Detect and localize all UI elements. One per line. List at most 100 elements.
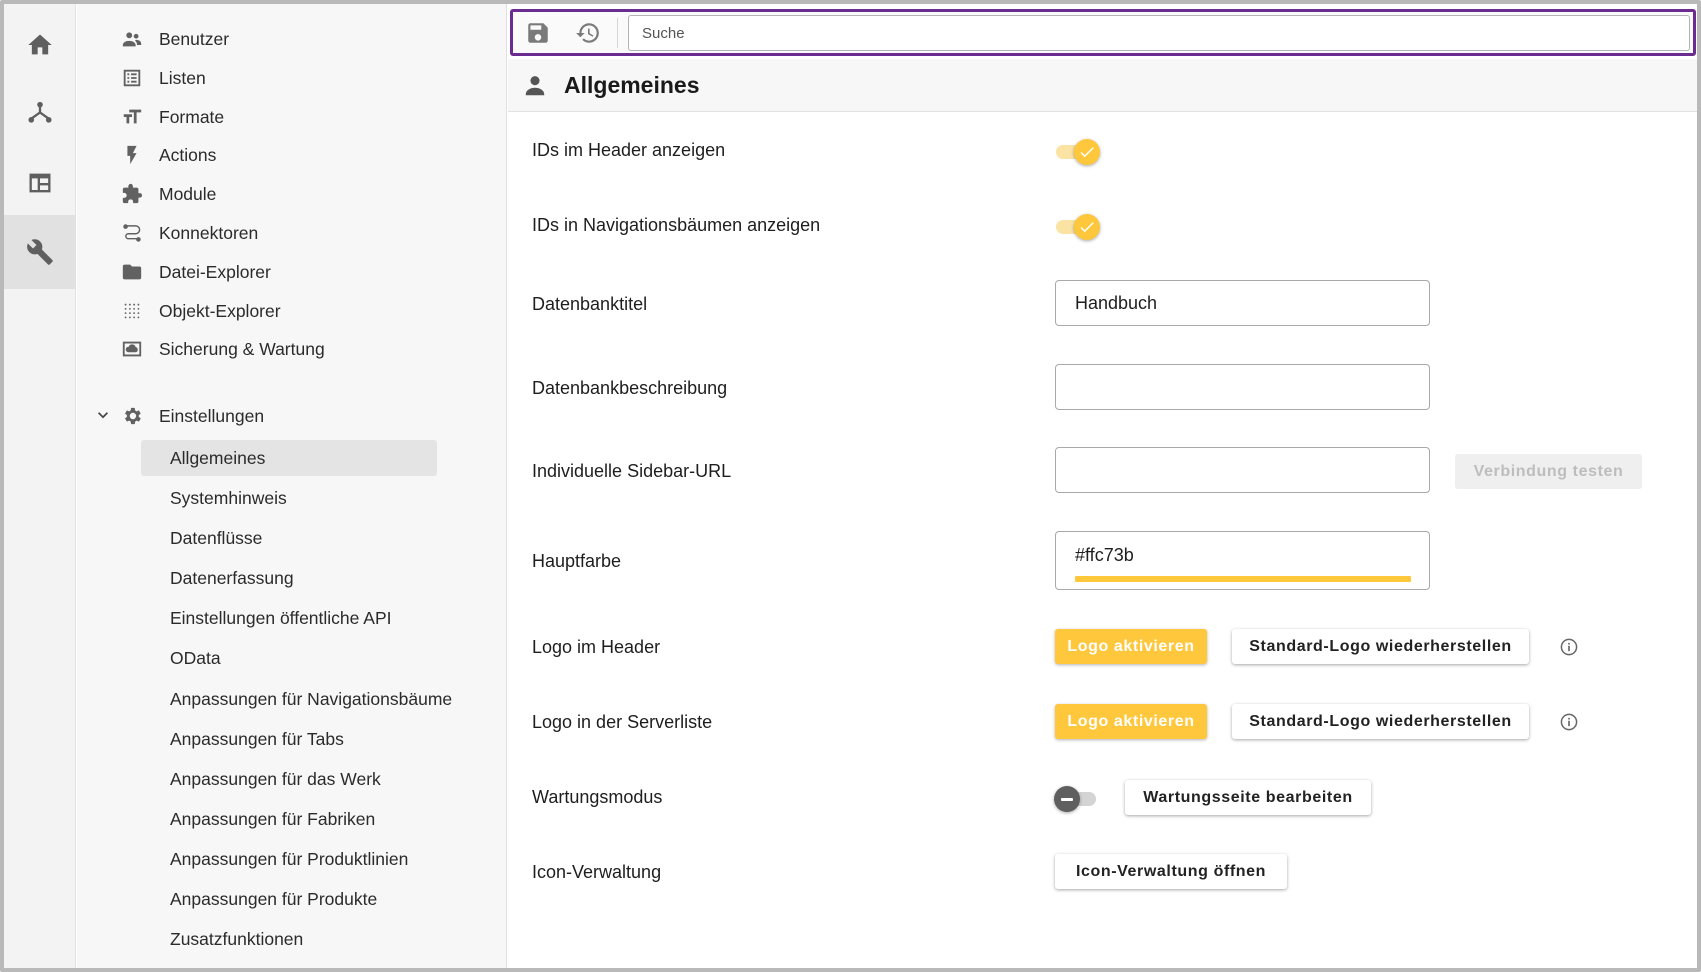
logo-header-restore-button[interactable]: Standard-Logo wiederherstellen [1232,629,1529,664]
open-icon-admin-button[interactable]: Icon-Verwaltung öffnen [1055,854,1287,889]
logo-header-info[interactable] [1558,636,1580,658]
person-icon [525,76,545,96]
nav-subitem-label: Allgemeines [170,447,266,468]
nav-subitem-odata[interactable]: OData [141,640,437,676]
nav-item-einstellungen[interactable]: Einstellungen [119,398,509,434]
nav-item-objekt-explorer[interactable]: Objekt-Explorer [119,293,509,329]
nav-subitem-systemhinweis[interactable]: Systemhinweis [141,480,437,516]
nav-item-actions[interactable]: Actions [119,137,509,173]
puzzle-icon [122,183,143,204]
maintenance-label: Wartungsmodus [532,787,663,807]
nav-item-module[interactable]: Module [119,176,509,212]
nav-item-benutzer[interactable]: Benutzer [119,21,509,57]
maintenance-toggle[interactable] [1054,784,1100,812]
nav-subitem-label: OData [170,647,221,668]
rail-home-button[interactable] [4,8,76,82]
lightning-icon [127,145,137,165]
edit-maintenance-page-button[interactable]: Wartungsseite bearbeiten [1125,780,1371,815]
wrench-icon [27,239,53,265]
toolbar [510,9,1696,56]
nav-item-label: Sicherung & Wartung [159,338,325,359]
nav-subitem-datenerfassung[interactable]: Datenerfassung [141,560,437,596]
nav-item-label: Einstellungen [159,405,265,426]
nav-subitem-fabriken[interactable]: Anpassungen für Fabriken [141,801,541,837]
nav-subitem-label: Anpassungen für Produktlinien [170,848,409,869]
nav-subitem-label: Einstellungen öffentliche API [170,607,392,628]
main-color-field[interactable]: #ffc73b [1055,531,1430,590]
nav-subitem-tabs[interactable]: Anpassungen für Tabs [141,721,541,757]
nav-item-formate[interactable]: Formate [119,99,509,135]
nav-item-label: Konnektoren [159,222,259,243]
section-header: Allgemeines [508,59,1697,112]
db-title-input[interactable] [1055,280,1430,326]
ids-header-label: IDs im Header anzeigen [532,140,726,160]
app-window: Benutzer Listen Formate Actions Module K… [0,0,1701,972]
nav-subitem-label: Anpassungen für Produkte [170,888,378,909]
db-desc-input[interactable] [1055,364,1430,410]
nav-item-datei-explorer[interactable]: Datei-Explorer [119,254,509,290]
rail-admin-button[interactable] [4,215,76,289]
rail-window-button[interactable] [4,146,76,220]
sidebar-url-label: Individuelle Sidebar-URL [532,461,732,481]
nav-item-label: Listen [159,67,206,88]
nav-item-label: Actions [159,144,217,165]
nav-subitem-label: Systemhinweis [170,487,287,508]
text-format-icon [123,109,142,124]
sidebar-url-input[interactable] [1055,447,1430,493]
nav-subitem-allgemeines[interactable]: Allgemeines [141,440,437,476]
logo-server-info[interactable] [1558,711,1580,733]
main-content: Allgemeines IDs im Header anzeigen IDs i… [508,4,1697,968]
nav-subitem-label: Anpassungen für Navigationsbäume [170,688,453,709]
toggle-knob [1074,139,1100,165]
hierarchy-icon [28,101,52,123]
logo-header-activate-button[interactable]: Logo aktivieren [1055,629,1207,664]
window-icon [29,173,51,193]
db-desc-label: Datenbankbeschreibung [532,378,728,398]
icon-rail [4,4,76,968]
restore-button[interactable] [571,17,605,49]
nav-subitem-oeffentliche-api[interactable]: Einstellungen öffentliche API [141,600,541,636]
nav-subitem-label: Anpassungen für Tabs [170,728,344,749]
main-color-label: Hauptfarbe [532,551,622,571]
search-input[interactable] [628,15,1690,51]
nav-subitem-label: Datenerfassung [170,567,294,588]
nav-subitem-werk[interactable]: Anpassungen für das Werk [141,761,541,797]
rail-hierarchy-button[interactable] [4,77,76,151]
icon-admin-label: Icon-Verwaltung [532,862,662,882]
nav-item-label: Formate [159,106,225,127]
logo-server-activate-button[interactable]: Logo aktivieren [1055,704,1207,739]
nav-subitem-navigationsbaeume[interactable]: Anpassungen für Navigationsbäume [141,681,541,717]
logo-server-label: Logo in der Serverliste [532,712,713,732]
nav-subitem-produktlinien[interactable]: Anpassungen für Produktlinien [141,841,541,877]
history-icon [576,23,599,43]
toggle-knob [1074,214,1100,240]
nav-subitem-label: Zusatzfunktionen [170,928,304,949]
ids-nav-label: IDs in Navigationsbäumen anzeigen [532,215,821,235]
folder-icon [122,264,142,280]
backup-icon [122,341,142,357]
ids-nav-toggle[interactable] [1054,212,1100,240]
nav-item-konnektoren[interactable]: Konnektoren [119,215,509,251]
info-icon [1560,638,1578,656]
nav-item-listen[interactable]: Listen [119,60,509,96]
list-icon [123,69,141,87]
save-button[interactable] [521,17,555,49]
nav-item-sicherung-wartung[interactable]: Sicherung & Wartung [119,331,509,367]
info-icon [1560,713,1578,731]
nav-item-label: Benutzer [159,28,230,49]
logo-server-restore-button[interactable]: Standard-Logo wiederherstellen [1232,704,1529,739]
check-icon [1080,147,1094,158]
einstellungen-collapse-toggle[interactable] [91,403,115,427]
nav-item-label: Module [159,183,217,204]
nav-subitem-zusatzfunktionen[interactable]: Zusatzfunktionen [141,921,541,957]
toolbar-divider [617,18,618,48]
test-connection-button[interactable]: Verbindung testen [1455,454,1642,489]
chevron-down-icon [98,412,108,419]
connector-icon [123,224,141,242]
nav-subitem-datenfluesse[interactable]: Datenflüsse [141,520,437,556]
main-color-value: #ffc73b [1075,545,1134,565]
nav-item-label: Datei-Explorer [159,261,271,282]
ids-header-toggle[interactable] [1054,137,1100,165]
nav-subitem-produkte[interactable]: Anpassungen für Produkte [141,881,541,917]
gear-icon [125,407,141,425]
